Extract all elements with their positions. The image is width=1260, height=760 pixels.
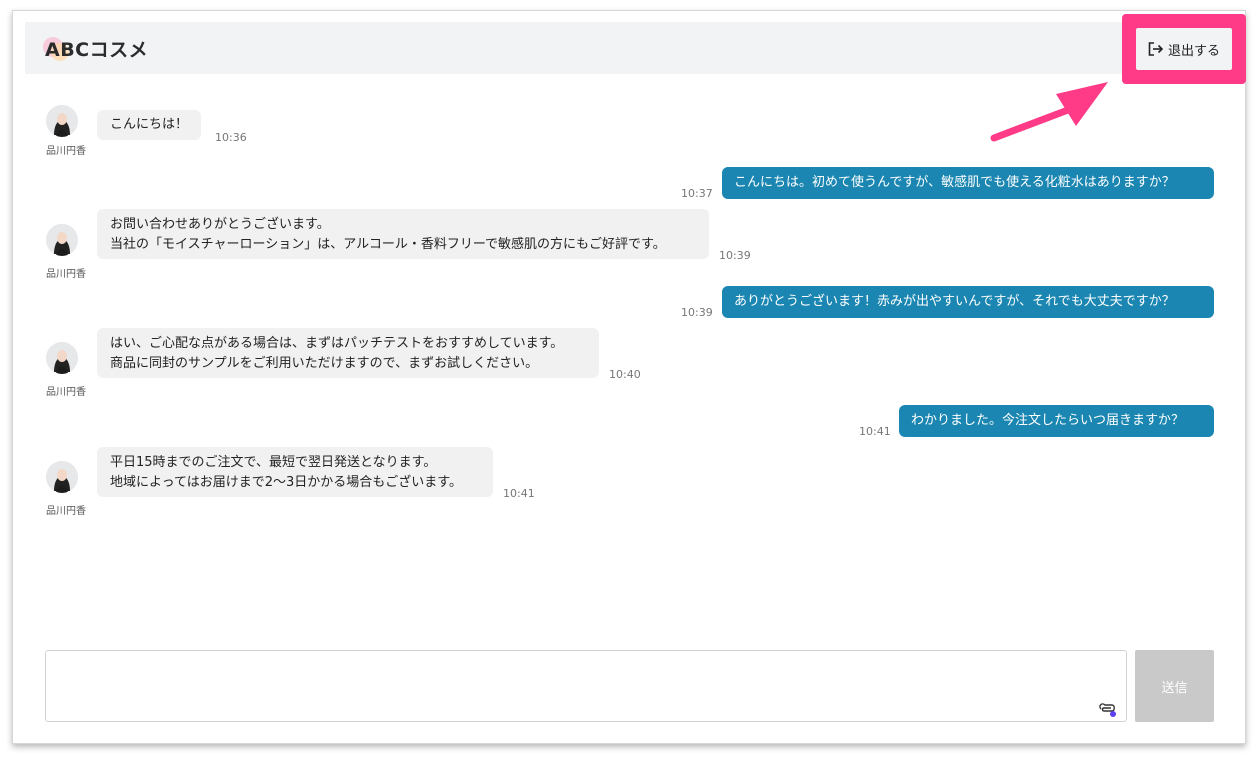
pointer-arrow-icon (990, 82, 1108, 142)
send-button[interactable]: 送信 (1135, 650, 1214, 722)
message-time: 10:39 (681, 306, 713, 319)
person-icon (46, 105, 78, 137)
exit-button[interactable]: 退出する (1136, 28, 1232, 70)
message-line: 地域によってはお届けまで2〜3日かかる場合もございます。 (110, 475, 462, 490)
message-time: 10:40 (609, 368, 641, 381)
message-input[interactable] (45, 650, 1127, 722)
message-time: 10:37 (681, 187, 713, 200)
message-time: 10:36 (215, 131, 247, 144)
agent-message: お問い合わせありがとうございます。 当社の「モイスチャーローション」は、アルコー… (97, 209, 709, 259)
agent-avatar (46, 224, 78, 256)
agent-message: 平日15時までのご注文で、最短で翌日発送となります。 地域によってはお届けまで2… (97, 447, 493, 497)
message-line: こんにちは！ (110, 117, 189, 132)
brand-name: ABCコスメ (45, 38, 149, 61)
logout-icon (1148, 42, 1164, 56)
person-icon (46, 342, 78, 374)
agent-name: 品川円香 (46, 146, 86, 157)
brand-logo: ABCコスメ (43, 33, 148, 63)
message-time: 10:41 (859, 425, 891, 438)
user-message: ありがとうございます！赤みが出やすいんですが、それでも大丈夫ですか？ (722, 286, 1214, 318)
person-icon (46, 224, 78, 256)
agent-name: 品川円香 (46, 387, 86, 398)
agent-avatar (46, 105, 78, 137)
message-line: はい、ご心配な点がある場合は、まずはパッチテストをおすすめしています。 (110, 336, 564, 351)
agent-message: こんにちは！ (97, 110, 202, 140)
person-icon (46, 461, 78, 493)
agent-message: はい、ご心配な点がある場合は、まずはパッチテストをおすすめしています。 商品に同… (97, 328, 599, 378)
user-message: こんにちは。初めて使うんですが、敏感肌でも使える化粧水はありますか？ (722, 167, 1214, 199)
agent-avatar (46, 461, 78, 493)
message-line: 当社の「モイスチャーローション」は、アルコール・香料フリーで敏感肌の方にもご好評… (110, 237, 666, 252)
agent-name: 品川円香 (46, 506, 86, 517)
message-line: 商品に同封のサンプルをご利用いただけますので、まずお試しください。 (110, 356, 539, 371)
agent-avatar (46, 342, 78, 374)
user-message: わかりました。今注文したらいつ届きますか？ (899, 405, 1214, 437)
message-line: お問い合わせありがとうございます。 (110, 217, 330, 232)
exit-button-label: 退出する (1167, 43, 1220, 59)
attachment-icon[interactable] (1098, 700, 1118, 722)
chat-header: ABCコスメ (25, 22, 1230, 74)
message-line: 平日15時までのご注文で、最短で翌日発送となります。 (110, 455, 437, 470)
message-time: 10:41 (503, 487, 535, 500)
message-time: 10:39 (719, 249, 751, 262)
agent-name: 品川円香 (46, 269, 86, 280)
